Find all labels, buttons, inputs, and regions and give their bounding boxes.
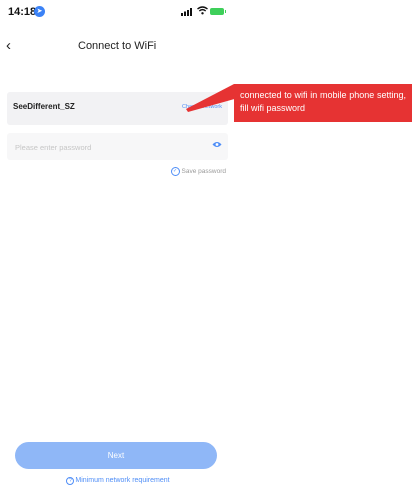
password-field-container (7, 133, 228, 160)
callout-arrow (186, 84, 238, 112)
help-circle-icon: ? (66, 477, 75, 485)
annotation-callout: connected to wifi in mobile phone settin… (234, 84, 412, 122)
save-password-label: Save password (181, 168, 226, 175)
minimum-network-requirement-link[interactable]: ? Minimum network requirement (0, 477, 236, 485)
requirement-label: Minimum network requirement (75, 477, 170, 484)
location-icon: ➤ (34, 6, 45, 17)
next-button[interactable]: Next (15, 442, 217, 469)
check-circle-icon[interactable]: ✓ (170, 167, 180, 176)
status-bar: 14:18 ➤ (0, 0, 236, 22)
signal-icon (181, 8, 192, 16)
wifi-ssid: SeeDifferent_SZ (13, 102, 75, 111)
page-title: Connect to WiFi (78, 40, 157, 52)
wifi-icon (197, 6, 208, 15)
app-screen: 14:18 ➤ ‹ Connect to WiFi SeeDifferent_S… (0, 0, 236, 490)
password-input[interactable] (13, 140, 197, 155)
save-password-toggle[interactable]: ✓ Save password (170, 167, 226, 176)
battery-charging-icon (210, 8, 226, 15)
eye-icon[interactable] (212, 141, 222, 148)
status-time: 14:18 (8, 6, 37, 18)
back-button[interactable]: ‹ (6, 38, 20, 53)
